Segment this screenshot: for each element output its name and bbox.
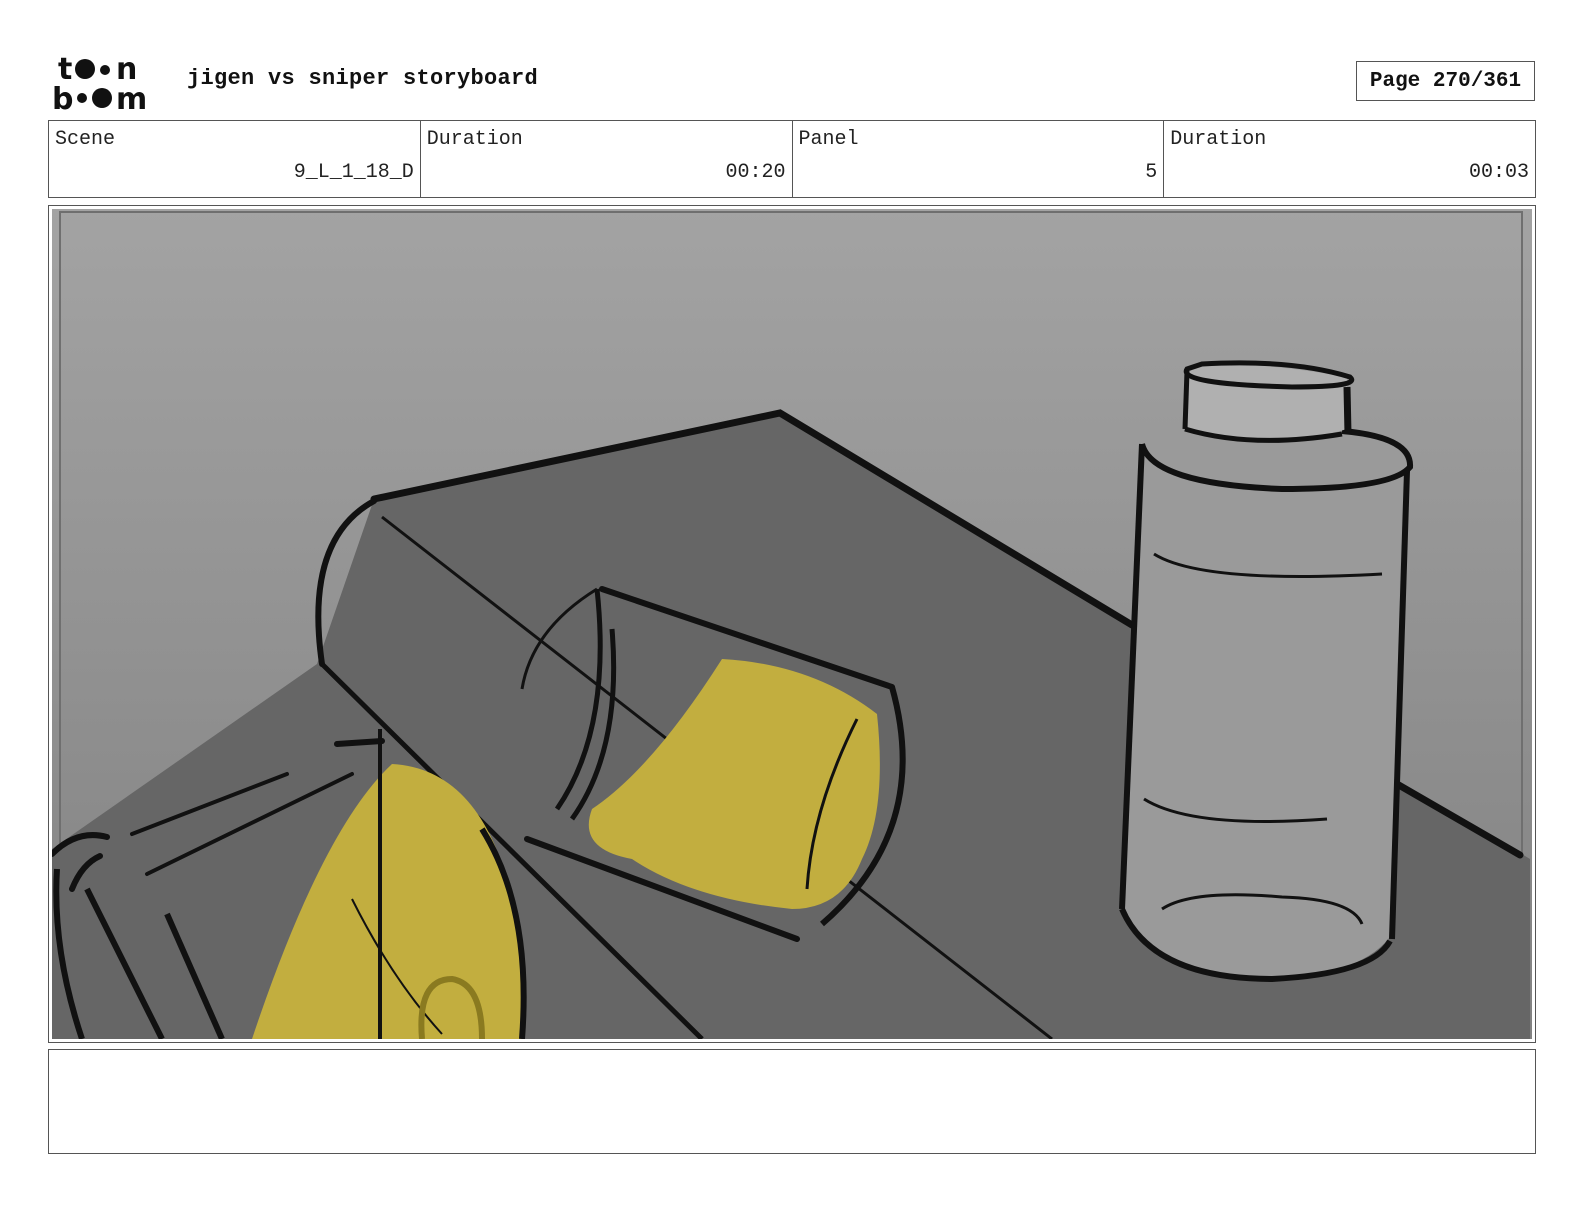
panel-notes-box — [48, 1049, 1536, 1154]
storyboard-panel-frame — [48, 205, 1536, 1043]
scene-duration-cell: Duration 00:20 — [421, 121, 793, 197]
panel-label: Panel — [798, 128, 859, 151]
scene-duration-label: Duration — [426, 128, 523, 151]
panel-duration-cell: Duration 00:03 — [1164, 121, 1535, 197]
scene-cell: Scene 9_L_1_18_D — [49, 121, 421, 197]
storyboard-panel-image — [52, 209, 1532, 1039]
bottle-cap — [1187, 364, 1347, 439]
svg-text:b: b — [52, 82, 73, 112]
panel-cell: Panel 5 — [793, 121, 1165, 197]
panel-duration-value: 00:03 — [1468, 161, 1529, 184]
page-indicator: Page 270/361 — [1356, 61, 1535, 101]
panel-duration-label: Duration — [1170, 128, 1267, 151]
scene-value: 9_L_1_18_D — [293, 161, 414, 184]
scene-label: Scene — [55, 128, 116, 151]
scene-duration-value: 00:20 — [725, 161, 786, 184]
document-title: jigen vs sniper storyboard — [187, 66, 539, 91]
panel-value: 5 — [1145, 161, 1158, 184]
toon-boom-logo: t n b m — [52, 52, 147, 112]
svg-text:m: m — [116, 82, 147, 112]
scene-info-row: Scene 9_L_1_18_D Duration 00:20 Panel 5 … — [48, 120, 1536, 198]
